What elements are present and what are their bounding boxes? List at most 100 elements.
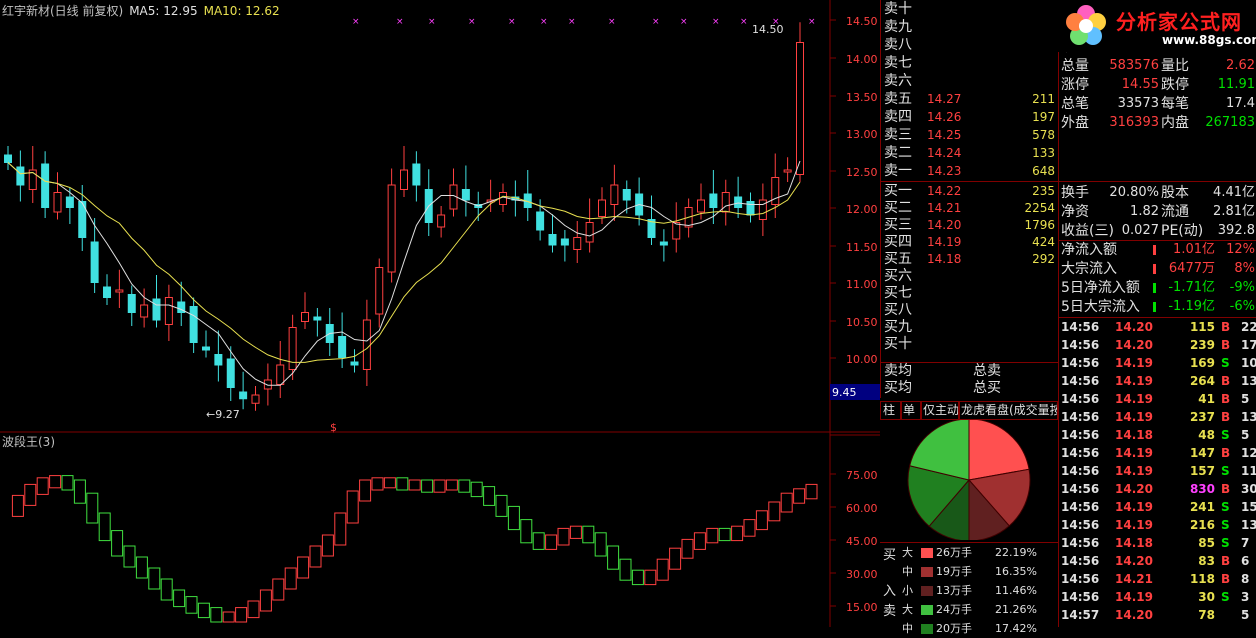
tick-row: 14:56 14.19 157 S 11 — [1059, 462, 1256, 480]
orderbook-buy-row: 买一 14.22 235 — [881, 183, 1059, 200]
orderbook-sell-row: 卖八 — [881, 37, 1059, 54]
legend-amount: 20万手 — [936, 622, 972, 635]
cross-marker-icon: × — [568, 17, 576, 27]
candlestick — [486, 179, 495, 212]
osc-step — [210, 607, 223, 623]
cross-marker-icon: × — [508, 17, 516, 27]
tick-price: 14.20 — [1115, 320, 1153, 334]
kline-chart-panel[interactable]: 14.50 14.00 13.50 13.00 12.50 12.00 11.50 11.00… — [0, 0, 880, 627]
osc-step — [755, 510, 768, 531]
osc-step — [61, 475, 74, 491]
tick-time: 14:56 — [1061, 482, 1100, 496]
tick-direction: B — [1221, 554, 1231, 568]
osc-step — [768, 501, 781, 522]
osc-step — [160, 578, 173, 601]
orderbook-price: 14.27 — [927, 92, 962, 106]
tick-price: 14.19 — [1115, 356, 1153, 370]
tick-volume: 41 — [1198, 392, 1215, 406]
low-marker: ←9.27 — [206, 408, 240, 421]
osc-step — [371, 477, 384, 491]
osc-step — [284, 567, 297, 590]
tick-time: 14:56 — [1061, 428, 1100, 442]
osc-step — [520, 519, 533, 544]
candlestick — [127, 285, 136, 326]
cross-marker-icon: × — [468, 17, 476, 27]
orderbook-volume: 1796 — [1024, 218, 1055, 232]
pie-legend: 买入卖大 26万手 22.19% 中 19万手 16.35% 小 13万手 11.46% 大 24万… — [880, 542, 1058, 635]
osc-step — [706, 527, 719, 544]
stat-row: 总笔 33573 每笔 17.4 — [1059, 95, 1256, 113]
stat-row: 收益(三) 0.027 PE(动) 392.8 — [1059, 222, 1256, 240]
osc-step — [123, 545, 136, 568]
cross-marker-icon: × — [712, 17, 720, 27]
orderbook-volume: 292 — [1032, 252, 1055, 266]
tick-count: 11 — [1241, 464, 1256, 478]
tab-active-only[interactable]: 仅主动 — [920, 401, 960, 420]
tick-direction: B — [1221, 374, 1231, 388]
flow-value: -1.19亿 — [1168, 299, 1215, 314]
legend-pct: 16.35% — [995, 565, 1037, 578]
flow-label: 5日净流入额 — [1061, 280, 1140, 296]
tab-bar[interactable]: 柱 — [880, 401, 902, 420]
candlestick — [721, 179, 730, 226]
osc-step — [111, 530, 124, 557]
flow-bar-icon — [1153, 302, 1156, 312]
stat-value: 1.82 — [1130, 204, 1159, 219]
candlestick — [239, 371, 248, 410]
orderbook-buy-row: 买八 — [881, 302, 1059, 319]
orderbook-sell-row: 卖七 — [881, 55, 1059, 72]
tick-direction: B — [1221, 392, 1231, 406]
tick-count: 5 — [1241, 608, 1250, 622]
tick-volume: 147 — [1189, 446, 1215, 460]
stat-row: 总量 583576 量比 2.62 — [1059, 57, 1256, 75]
osc-step — [98, 512, 111, 542]
osc-step — [805, 483, 818, 500]
osc-step — [346, 490, 359, 524]
tick-count: 13 — [1241, 518, 1256, 532]
candlestick — [523, 170, 532, 221]
osc-step — [24, 483, 37, 506]
osc-step — [321, 534, 334, 557]
cross-marker-icon: × — [652, 17, 660, 27]
orderbook-price: 14.25 — [927, 128, 962, 142]
legend-size: 中 — [902, 622, 913, 635]
tick-row: 14:56 14.19 216 S 13 — [1059, 516, 1256, 534]
legend-size: 大 — [902, 546, 913, 559]
legend-row: 小 13万手 11.46% — [880, 581, 1058, 600]
tick-volume: 264 — [1189, 374, 1215, 388]
orderbook-level-label: 卖三 — [884, 127, 912, 143]
tick-row: 14:57 14.20 78 5 — [1059, 606, 1256, 624]
tick-volume: 830 — [1189, 482, 1215, 496]
tick-direction: B — [1221, 482, 1231, 496]
candlestick — [400, 146, 408, 197]
candlestick — [115, 269, 124, 308]
legend-row: 中 19万手 16.35% — [880, 562, 1058, 581]
kline-chart-svg[interactable]: 14.50 14.00 13.50 13.00 12.50 12.00 11.50 11.00… — [0, 0, 880, 627]
tick-time: 14:56 — [1061, 554, 1100, 568]
tab-dragon-tiger[interactable]: 龙虎看盘(成交量按 — [958, 401, 1058, 420]
stats-divider — [1059, 181, 1256, 182]
tick-price: 14.20 — [1115, 338, 1153, 352]
orderbook-volume: 2254 — [1024, 201, 1055, 215]
legend-pct: 17.42% — [995, 622, 1037, 635]
flow-row: 大宗流入 6477万 8% — [1059, 260, 1256, 278]
stat-key: 外盘 — [1061, 115, 1089, 131]
tick-price: 14.19 — [1115, 392, 1153, 406]
candlestick — [610, 164, 619, 221]
orderbook-sell-row: 卖一 14.23 648 — [881, 163, 1059, 180]
quote-stats-panel: 涨跌0.99最高14.50涨幅7.48%最低13.70现量7401均价14.06… — [1058, 0, 1256, 627]
orderbook-level-label: 买二 — [884, 200, 912, 216]
site-logo: 分析家公式网 www.88gs.com — [1058, 0, 1256, 52]
tab-single[interactable]: 单 — [900, 401, 922, 420]
price-axis-label: 12.00 — [846, 203, 878, 216]
tick-volume: 241 — [1189, 500, 1215, 514]
orderbook-price: 14.21 — [927, 201, 962, 215]
osc-step — [49, 475, 62, 489]
tick-row: 14:56 14.19 169 S 10 — [1059, 354, 1256, 372]
osc-step — [507, 505, 520, 531]
legend-size: 小 — [902, 584, 913, 597]
candlestick — [783, 157, 792, 182]
tick-volume: 118 — [1189, 572, 1215, 586]
tick-volume: 78 — [1198, 608, 1215, 622]
tick-count: 10 — [1241, 356, 1256, 370]
